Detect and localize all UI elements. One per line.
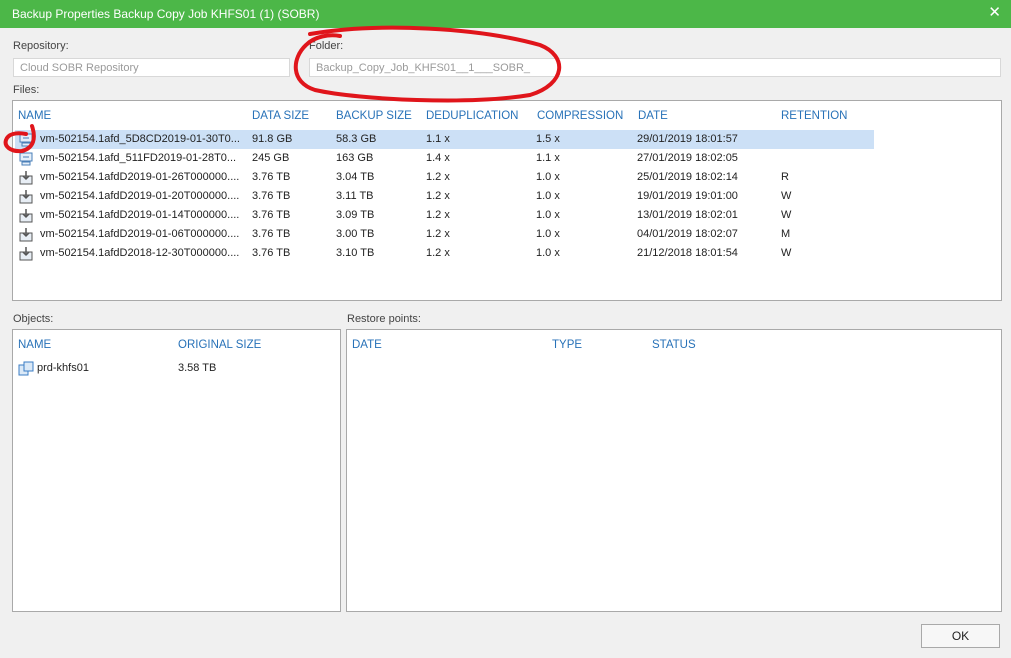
file-retention: R: [781, 171, 789, 183]
file-data-size: 3.76 TB: [252, 247, 291, 259]
column-header-original-size[interactable]: ORIGINAL SIZE: [178, 339, 261, 351]
file-backup-size: 3.11 TB: [336, 190, 374, 202]
file-compression: 1.0 x: [536, 247, 560, 259]
restore-points-list[interactable]: DATE TYPE STATUS: [346, 329, 1002, 612]
objects-label: Objects:: [13, 313, 54, 325]
object-name: prd-khfs01: [37, 362, 89, 374]
file-backup-size: 3.04 TB: [336, 171, 375, 183]
ok-button[interactable]: OK: [921, 624, 1000, 648]
column-header-data-size[interactable]: DATA SIZE: [252, 110, 309, 122]
file-name: vm-502154.1afd_5D8CD2019-01-30T0...: [40, 133, 240, 145]
file-deduplication: 1.2 x: [426, 209, 450, 221]
files-label: Files:: [13, 84, 40, 96]
file-row[interactable]: vm-502154.1afdD2019-01-06T000000.... 3.76…: [15, 225, 874, 244]
full-backup-icon: [19, 171, 33, 185]
file-compression: 1.0 x: [536, 190, 560, 202]
file-name: vm-502154.1afdD2019-01-06T000000....: [40, 228, 240, 240]
file-data-size: 3.76 TB: [252, 190, 291, 202]
column-header-date[interactable]: DATE: [638, 110, 668, 122]
file-data-size: 3.76 TB: [252, 171, 291, 183]
vm-file-icon: [19, 152, 33, 166]
file-compression: 1.5 x: [536, 133, 560, 145]
file-backup-size: 58.3 GB: [336, 133, 377, 145]
column-header-name[interactable]: NAME: [18, 110, 51, 122]
file-deduplication: 1.2 x: [426, 171, 450, 183]
full-backup-icon: [19, 228, 33, 242]
file-row[interactable]: vm-502154.1afdD2019-01-20T000000.... 3.76…: [15, 187, 874, 206]
column-header-deduplication[interactable]: DEDUPLICATION: [426, 110, 518, 122]
column-header-rp-status[interactable]: STATUS: [652, 339, 696, 351]
title-bar: Backup Properties Backup Copy Job KHFS01…: [0, 0, 1011, 28]
file-row[interactable]: vm-502154.1afd_5D8CD2019-01-30T0... 91.8 …: [15, 130, 874, 149]
repository-field: Cloud SOBR Repository: [13, 58, 290, 77]
column-header-object-name[interactable]: NAME: [18, 339, 51, 351]
file-data-size: 3.76 TB: [252, 209, 291, 221]
file-backup-size: 163 GB: [336, 152, 374, 164]
file-date: 21/12/2018 18:01:54: [637, 247, 738, 259]
column-header-rp-type[interactable]: TYPE: [552, 339, 582, 351]
close-icon[interactable]: ✕: [988, 4, 1001, 22]
file-date: 25/01/2019 18:02:14: [637, 171, 738, 183]
restore-points-label: Restore points:: [347, 313, 421, 325]
file-row[interactable]: vm-502154.1afdD2019-01-26T000000.... 3.76…: [15, 168, 874, 187]
file-retention: W: [781, 247, 792, 259]
full-backup-icon: [19, 247, 33, 261]
file-name: vm-502154.1afdD2019-01-20T000000....: [40, 190, 240, 202]
file-date: 13/01/2019 18:02:01: [637, 209, 738, 221]
file-backup-size: 3.00 TB: [336, 228, 375, 240]
file-deduplication: 1.2 x: [426, 247, 450, 259]
file-backup-size: 3.10 TB: [336, 247, 375, 259]
file-backup-size: 3.09 TB: [336, 209, 375, 221]
file-retention: W: [781, 190, 792, 202]
file-date: 04/01/2019 18:02:07: [637, 228, 738, 240]
file-deduplication: 1.2 x: [426, 228, 450, 240]
window-title: Backup Properties Backup Copy Job KHFS01…: [12, 7, 320, 21]
file-compression: 1.0 x: [536, 171, 560, 183]
file-deduplication: 1.2 x: [426, 190, 450, 202]
files-list[interactable]: NAME DATA SIZE BACKUP SIZE DEDUPLICATION…: [12, 100, 1002, 301]
column-header-backup-size[interactable]: BACKUP SIZE: [336, 110, 412, 122]
object-row[interactable]: prd-khfs01 3.58 TB: [15, 359, 339, 378]
vm-icon: [18, 361, 34, 376]
file-data-size: 91.8 GB: [252, 133, 293, 145]
file-compression: 1.0 x: [536, 209, 560, 221]
file-date: 27/01/2019 18:02:05: [637, 152, 738, 164]
file-date: 29/01/2019 18:01:57: [637, 133, 738, 145]
file-row[interactable]: vm-502154.1afd_511FD2019-01-28T0... 245 G…: [15, 149, 874, 168]
file-deduplication: 1.1 x: [426, 133, 450, 145]
file-compression: 1.0 x: [536, 228, 560, 240]
column-header-retention[interactable]: RETENTION: [781, 110, 847, 122]
file-retention: M: [781, 228, 791, 240]
objects-list[interactable]: NAME ORIGINAL SIZE prd-khfs01 3.58 TB: [12, 329, 341, 612]
file-deduplication: 1.4 x: [426, 152, 450, 164]
column-header-compression[interactable]: COMPRESSION: [537, 110, 623, 122]
full-backup-icon: [19, 209, 33, 223]
file-date: 19/01/2019 19:01:00: [637, 190, 738, 202]
file-row[interactable]: vm-502154.1afdD2019-01-14T000000.... 3.76…: [15, 206, 874, 225]
file-name: vm-502154.1afdD2019-01-14T000000....: [40, 209, 240, 221]
file-name: vm-502154.1afdD2018-12-30T000000....: [40, 247, 240, 259]
vm-file-icon: [19, 133, 33, 147]
file-compression: 1.1 x: [536, 152, 560, 164]
file-name: vm-502154.1afdD2019-01-26T000000....: [40, 171, 240, 183]
file-data-size: 245 GB: [252, 152, 290, 164]
column-header-rp-date[interactable]: DATE: [352, 339, 382, 351]
folder-field: Backup_Copy_Job_KHFS01__1___SOBR_: [309, 58, 1001, 77]
repository-label: Repository:: [13, 40, 69, 52]
file-row[interactable]: vm-502154.1afdD2018-12-30T000000.... 3.76…: [15, 244, 874, 263]
folder-label: Folder:: [309, 40, 344, 52]
file-retention: W: [781, 209, 792, 221]
full-backup-icon: [19, 190, 33, 204]
file-data-size: 3.76 TB: [252, 228, 291, 240]
object-size: 3.58 TB: [178, 362, 217, 374]
file-name: vm-502154.1afd_511FD2019-01-28T0...: [40, 152, 237, 164]
